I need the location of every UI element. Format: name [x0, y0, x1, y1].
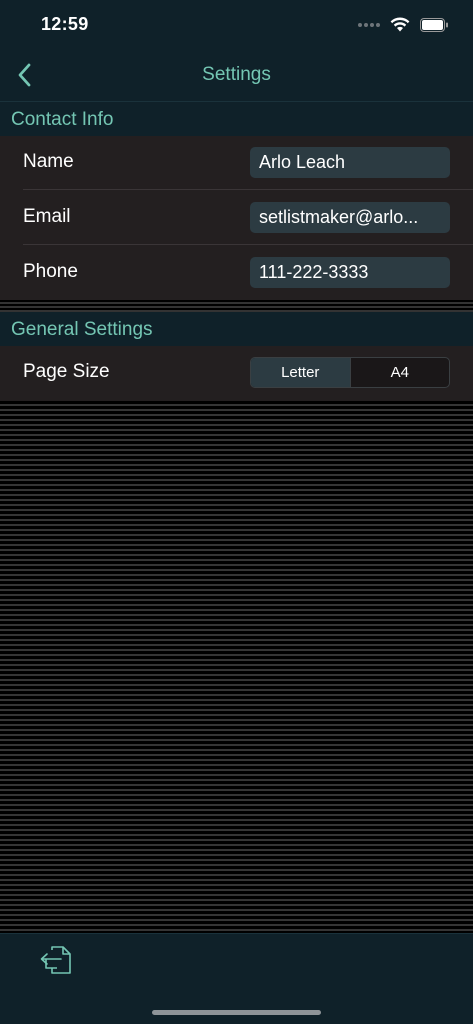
- general-settings-group: Page Size Letter A4: [0, 346, 473, 401]
- name-row: Name Arlo Leach: [0, 136, 473, 190]
- email-row: Email setlistmaker@arlo...: [0, 191, 473, 245]
- home-indicator[interactable]: [152, 1010, 321, 1015]
- page-size-row: Page Size Letter A4: [0, 346, 473, 400]
- page-size-option-a4[interactable]: A4: [349, 358, 450, 387]
- wifi-icon: [390, 17, 410, 32]
- empty-table-area: [0, 401, 473, 933]
- section-header-contact-info: Contact Info: [0, 102, 473, 137]
- status-bar: 12:59: [0, 0, 473, 50]
- page-size-option-letter[interactable]: Letter: [251, 358, 350, 387]
- export-button[interactable]: [36, 942, 76, 978]
- email-field[interactable]: setlistmaker@arlo...: [250, 202, 450, 233]
- page-title: Settings: [202, 64, 271, 85]
- settings-screen: 12:59 Settings Contact Info Name Arlo Le…: [0, 0, 473, 1024]
- contact-info-group: Name Arlo Leach Email setlistmaker@arlo.…: [0, 136, 473, 300]
- navigation-bar: Settings: [0, 50, 473, 102]
- section-header-general-settings: General Settings: [0, 312, 473, 347]
- status-time: 12:59: [41, 14, 89, 34]
- phone-label: Phone: [23, 261, 78, 282]
- phone-field[interactable]: 111-222-3333: [250, 257, 450, 288]
- battery-icon: [420, 17, 448, 32]
- phone-row: Phone 111-222-3333: [0, 246, 473, 300]
- section-header-label: Contact Info: [11, 109, 114, 130]
- status-icons: [358, 17, 449, 32]
- cellular-signal-icon: [358, 22, 380, 27]
- bottom-toolbar: [0, 933, 473, 1024]
- row-separator: [23, 244, 473, 245]
- section-header-label: General Settings: [11, 319, 153, 340]
- row-separator: [23, 189, 473, 190]
- page-size-segmented-control[interactable]: Letter A4: [250, 357, 450, 388]
- export-document-icon: [40, 946, 71, 974]
- section-gap: [0, 300, 473, 312]
- name-field[interactable]: Arlo Leach: [250, 147, 450, 178]
- email-label: Email: [23, 206, 71, 227]
- name-label: Name: [23, 151, 74, 172]
- page-size-label: Page Size: [23, 361, 110, 382]
